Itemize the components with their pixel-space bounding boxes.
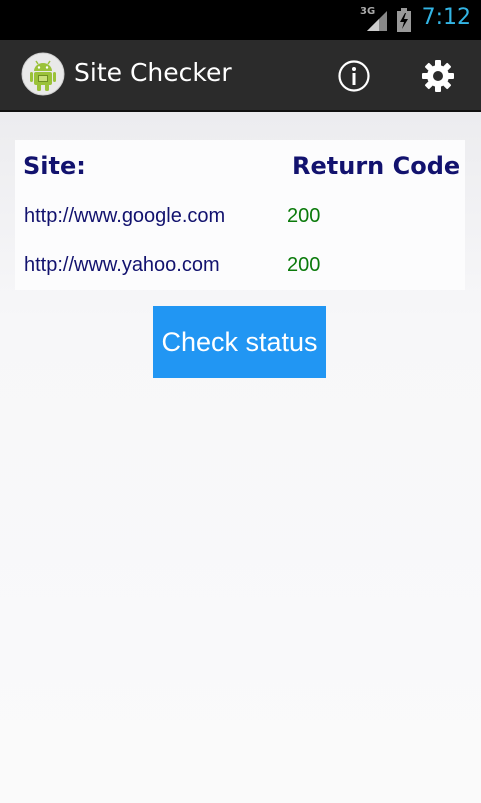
return-code: 200	[287, 254, 321, 276]
settings-gear-icon[interactable]	[420, 58, 456, 94]
site-column-header: Site:	[23, 152, 86, 180]
info-icon[interactable]	[336, 58, 372, 94]
check-status-button[interactable]: Check status	[153, 306, 326, 378]
app-title: Site Checker	[74, 58, 232, 87]
signal-icon	[367, 11, 387, 31]
site-url: http://www.yahoo.com	[24, 254, 220, 276]
return-code-column-header: Return Code	[292, 152, 461, 180]
site-status-table: Site: Return Code http://www.google.com …	[15, 140, 465, 290]
clock-time: 7:12	[421, 5, 471, 30]
battery-charging-icon	[397, 8, 411, 32]
status-bar: 3G 7:12	[0, 0, 481, 40]
android-robot-icon	[21, 52, 65, 96]
action-bar: Site Checker	[0, 40, 481, 112]
site-url: http://www.google.com	[24, 205, 226, 227]
main-content: Site: Return Code http://www.google.com …	[0, 112, 481, 803]
table-row: http://www.yahoo.com 200	[15, 248, 465, 288]
return-code: 200	[287, 205, 321, 227]
table-row: http://www.google.com 200	[15, 199, 465, 239]
